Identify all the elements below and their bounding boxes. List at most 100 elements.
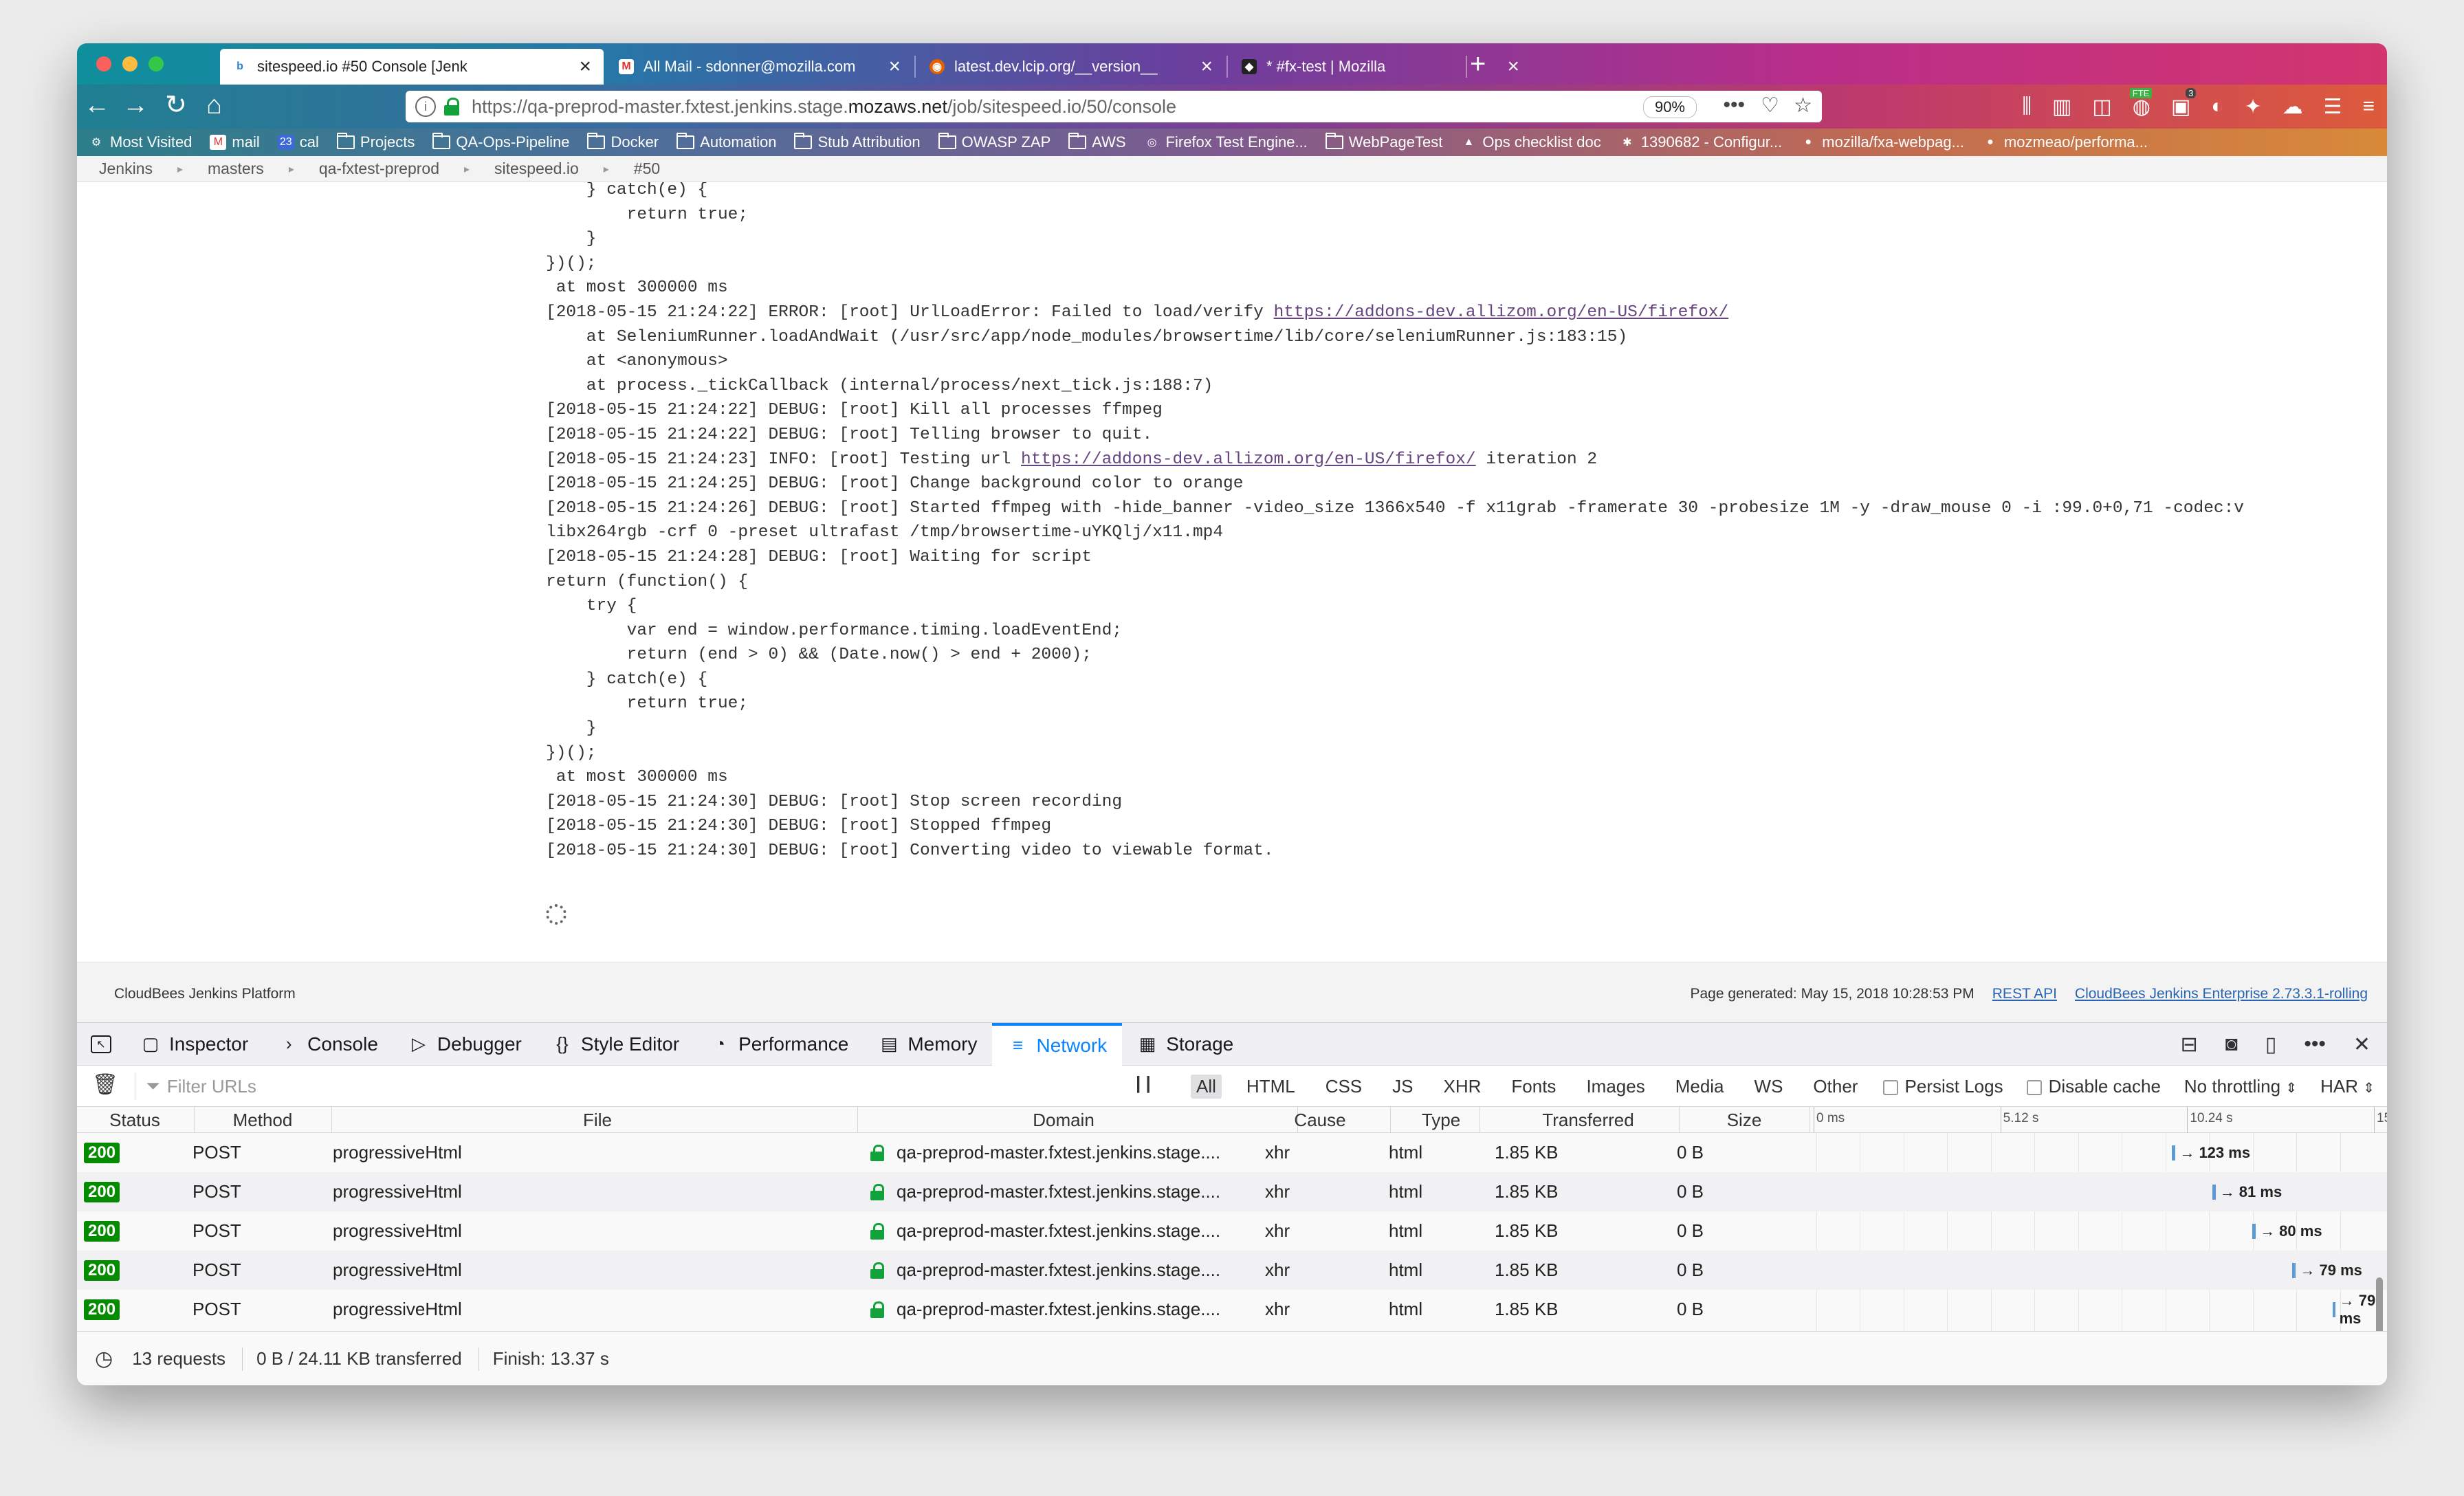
console-url-link[interactable]: https://addons-dev.allizom.org/en-US/fir… [1274,303,1729,322]
dock-icon[interactable]: ⊟ [2181,1033,2198,1057]
devtools-tab-debugger[interactable]: ▷ Debugger [393,1023,537,1066]
close-tab-icon[interactable]: × [888,55,901,78]
column-header-domain[interactable]: Domain [1033,1107,1094,1133]
tab-all-mail[interactable]: M All Mail - sdonner@mozilla.com × [606,49,913,85]
tab-latest-dev[interactable]: ◉ latest.dev.lcip.org/__version__ × [917,49,1225,85]
performance-analysis-icon[interactable]: ◷ [95,1347,113,1371]
column-header-status[interactable]: Status [109,1107,160,1133]
page-actions-icon[interactable]: ••• [1723,94,1745,117]
menu-icon[interactable]: ☰ [2324,95,2342,119]
bookmark-item[interactable]: Stub Attribution [794,133,921,151]
type-filter-fonts[interactable]: Fonts [1506,1075,1561,1099]
bookmark-item[interactable]: ⚙ Most Visited [88,133,192,151]
devtools-tab-memory[interactable]: ▤ Memory [864,1023,992,1066]
tab-sitespeed-console[interactable]: b sitespeed.io #50 Console [Jenk × [220,49,604,85]
new-tab-button[interactable]: + [1470,49,1486,79]
bookmark-item[interactable]: Projects [336,133,415,151]
zoom-indicator[interactable]: 90% [1642,96,1697,118]
more-options-icon[interactable]: ••• [2304,1033,2326,1056]
rest-api-link[interactable]: REST API [1992,986,2057,1002]
breadcrumb-item[interactable]: sitespeed.io [494,160,579,178]
reload-button[interactable]: ↻ [165,89,187,122]
breadcrumb-item[interactable]: #50 [634,160,660,178]
trash-icon[interactable]: 🗑 [92,1072,118,1097]
close-devtools-icon[interactable]: ✕ [2353,1033,2370,1057]
url-bar[interactable]: i https://qa-preprod-master.fxtest.jenki… [406,91,1822,122]
devtools-tab-style-editor[interactable]: {} Style Editor [537,1023,694,1066]
close-tab-icon[interactable]: × [579,55,591,78]
persist-logs-checkbox[interactable]: Persist Logs [1882,1076,2003,1097]
sidebar-icon[interactable]: ◫ [2092,95,2111,119]
breadcrumb-item[interactable]: masters [208,160,264,178]
column-header-type[interactable]: Type [1422,1107,1460,1133]
bookmark-item[interactable]: Docker [587,133,659,151]
type-filter-js[interactable]: JS [1387,1075,1418,1099]
column-header-cause[interactable]: Cause [1294,1107,1345,1133]
fte-extension-icon[interactable]: ◍ FTE [2129,87,2153,119]
lock-icon[interactable] [444,98,461,116]
sync-icon[interactable]: ☁ [2282,95,2303,119]
table-row[interactable]: 200 POST progressiveHtml qa-preprod-master.… [77,1133,2387,1172]
reader-icon[interactable]: ▥ [2052,95,2071,119]
element-picker-icon[interactable]: ↖ [77,1023,125,1066]
screenshot-icon[interactable]: ✦ [2244,95,2261,119]
type-filter-html[interactable]: HTML [1241,1075,1301,1099]
devtools-tab-inspector[interactable]: ▢ Inspector [125,1023,263,1066]
minimize-window-button[interactable] [122,56,138,72]
column-header-size[interactable]: Size [1727,1107,1762,1133]
tab-fx-test-slack[interactable]: ◆ * #fx-test | Mozilla × [1229,49,1532,85]
jenkins-version-link[interactable]: CloudBees Jenkins Enterprise 2.73.3.1-ro… [2075,986,2368,1002]
close-tab-icon[interactable]: × [1200,55,1213,78]
table-row[interactable]: 200 POST progressiveHtml qa-preprod-master.… [77,1172,2387,1211]
info-icon[interactable]: i [415,96,436,117]
close-tab-icon[interactable]: × [1507,55,1519,78]
bookmark-item[interactable]: ● mozilla/fxa-webpag... [1800,133,1964,151]
bookmark-item[interactable]: AWS [1068,133,1126,151]
table-row[interactable]: 200 POST progressiveHtml qa-preprod-master.… [77,1211,2387,1251]
throttling-select[interactable]: No throttling ⇕ [2184,1076,2297,1097]
devtools-tab-console[interactable]: › Console [263,1023,393,1066]
devtools-tab-performance[interactable]: ◔ Performance [694,1023,864,1066]
type-filter-media[interactable]: Media [1670,1075,1730,1099]
bookmark-item[interactable]: ● mozmeao/performa... [1982,133,2148,151]
breadcrumb-item[interactable]: qa-fxtest-preprod [319,160,439,178]
type-filter-images[interactable]: Images [1581,1075,1650,1099]
bookmark-item[interactable]: ▲ Ops checklist doc [1460,133,1600,151]
disable-cache-checkbox[interactable]: Disable cache [2026,1076,2161,1097]
forward-button[interactable]: → [122,89,148,122]
pocket-icon[interactable]: ♡ [1761,94,1779,118]
devtools-tab-network[interactable]: ≡ Network [992,1022,1123,1066]
screenshot-node-icon[interactable]: ◙ [2225,1033,2238,1056]
devtools-tab-storage[interactable]: ▦ Storage [1122,1023,1248,1066]
type-filter-all[interactable]: All [1191,1074,1222,1099]
table-row[interactable]: 200 POST progressiveHtml qa-preprod-master.… [77,1251,2387,1290]
bookmark-item[interactable]: QA-Ops-Pipeline [432,133,569,151]
type-filter-css[interactable]: CSS [1320,1075,1367,1099]
bookmark-item[interactable]: Automation [676,133,776,151]
responsive-design-icon[interactable]: ▯ [2265,1033,2277,1057]
close-window-button[interactable] [96,56,111,72]
filter-urls-input[interactable]: ⏷ Filter URLs [146,1075,256,1097]
notification-extension-icon[interactable]: ▣ 3 [2171,87,2197,119]
column-header-transferred[interactable]: Transferred [1542,1107,1634,1133]
maximize-window-button[interactable] [148,56,164,72]
home-button[interactable]: ⌂ [206,89,222,122]
back-button[interactable]: ← [84,89,110,122]
breadcrumb-item[interactable]: Jenkins [99,160,153,178]
bookmark-item[interactable]: Mmail [210,133,260,151]
bookmark-item[interactable]: ✱ 1390682 - Configur... [1619,133,1782,151]
pause-recording-button[interactable]: | | [1136,1072,1151,1094]
har-menu[interactable]: HAR ⇕ [2320,1076,2375,1097]
library-icon[interactable]: ⫼ [2022,95,2032,118]
extension-icon[interactable]: ◐ [2211,95,2223,118]
type-filter-other[interactable]: Other [1807,1075,1863,1099]
type-filter-xhr[interactable]: XHR [1438,1075,1487,1099]
bookmark-star-icon[interactable]: ☆ [1794,94,1812,118]
bookmark-item[interactable]: ◎ Firefox Test Engine... [1144,133,1308,151]
table-row[interactable]: 200 POST progressiveHtml qa-preprod-master.… [77,1290,2387,1329]
hamburger-menu-icon[interactable]: ≡ [2362,95,2375,118]
bookmark-item[interactable]: 23 cal [277,133,319,151]
bookmark-item[interactable]: OWASP ZAP [938,133,1050,151]
type-filter-ws[interactable]: WS [1749,1075,1789,1099]
console-url-link[interactable]: https://addons-dev.allizom.org/en-US/fir… [1021,450,1476,469]
